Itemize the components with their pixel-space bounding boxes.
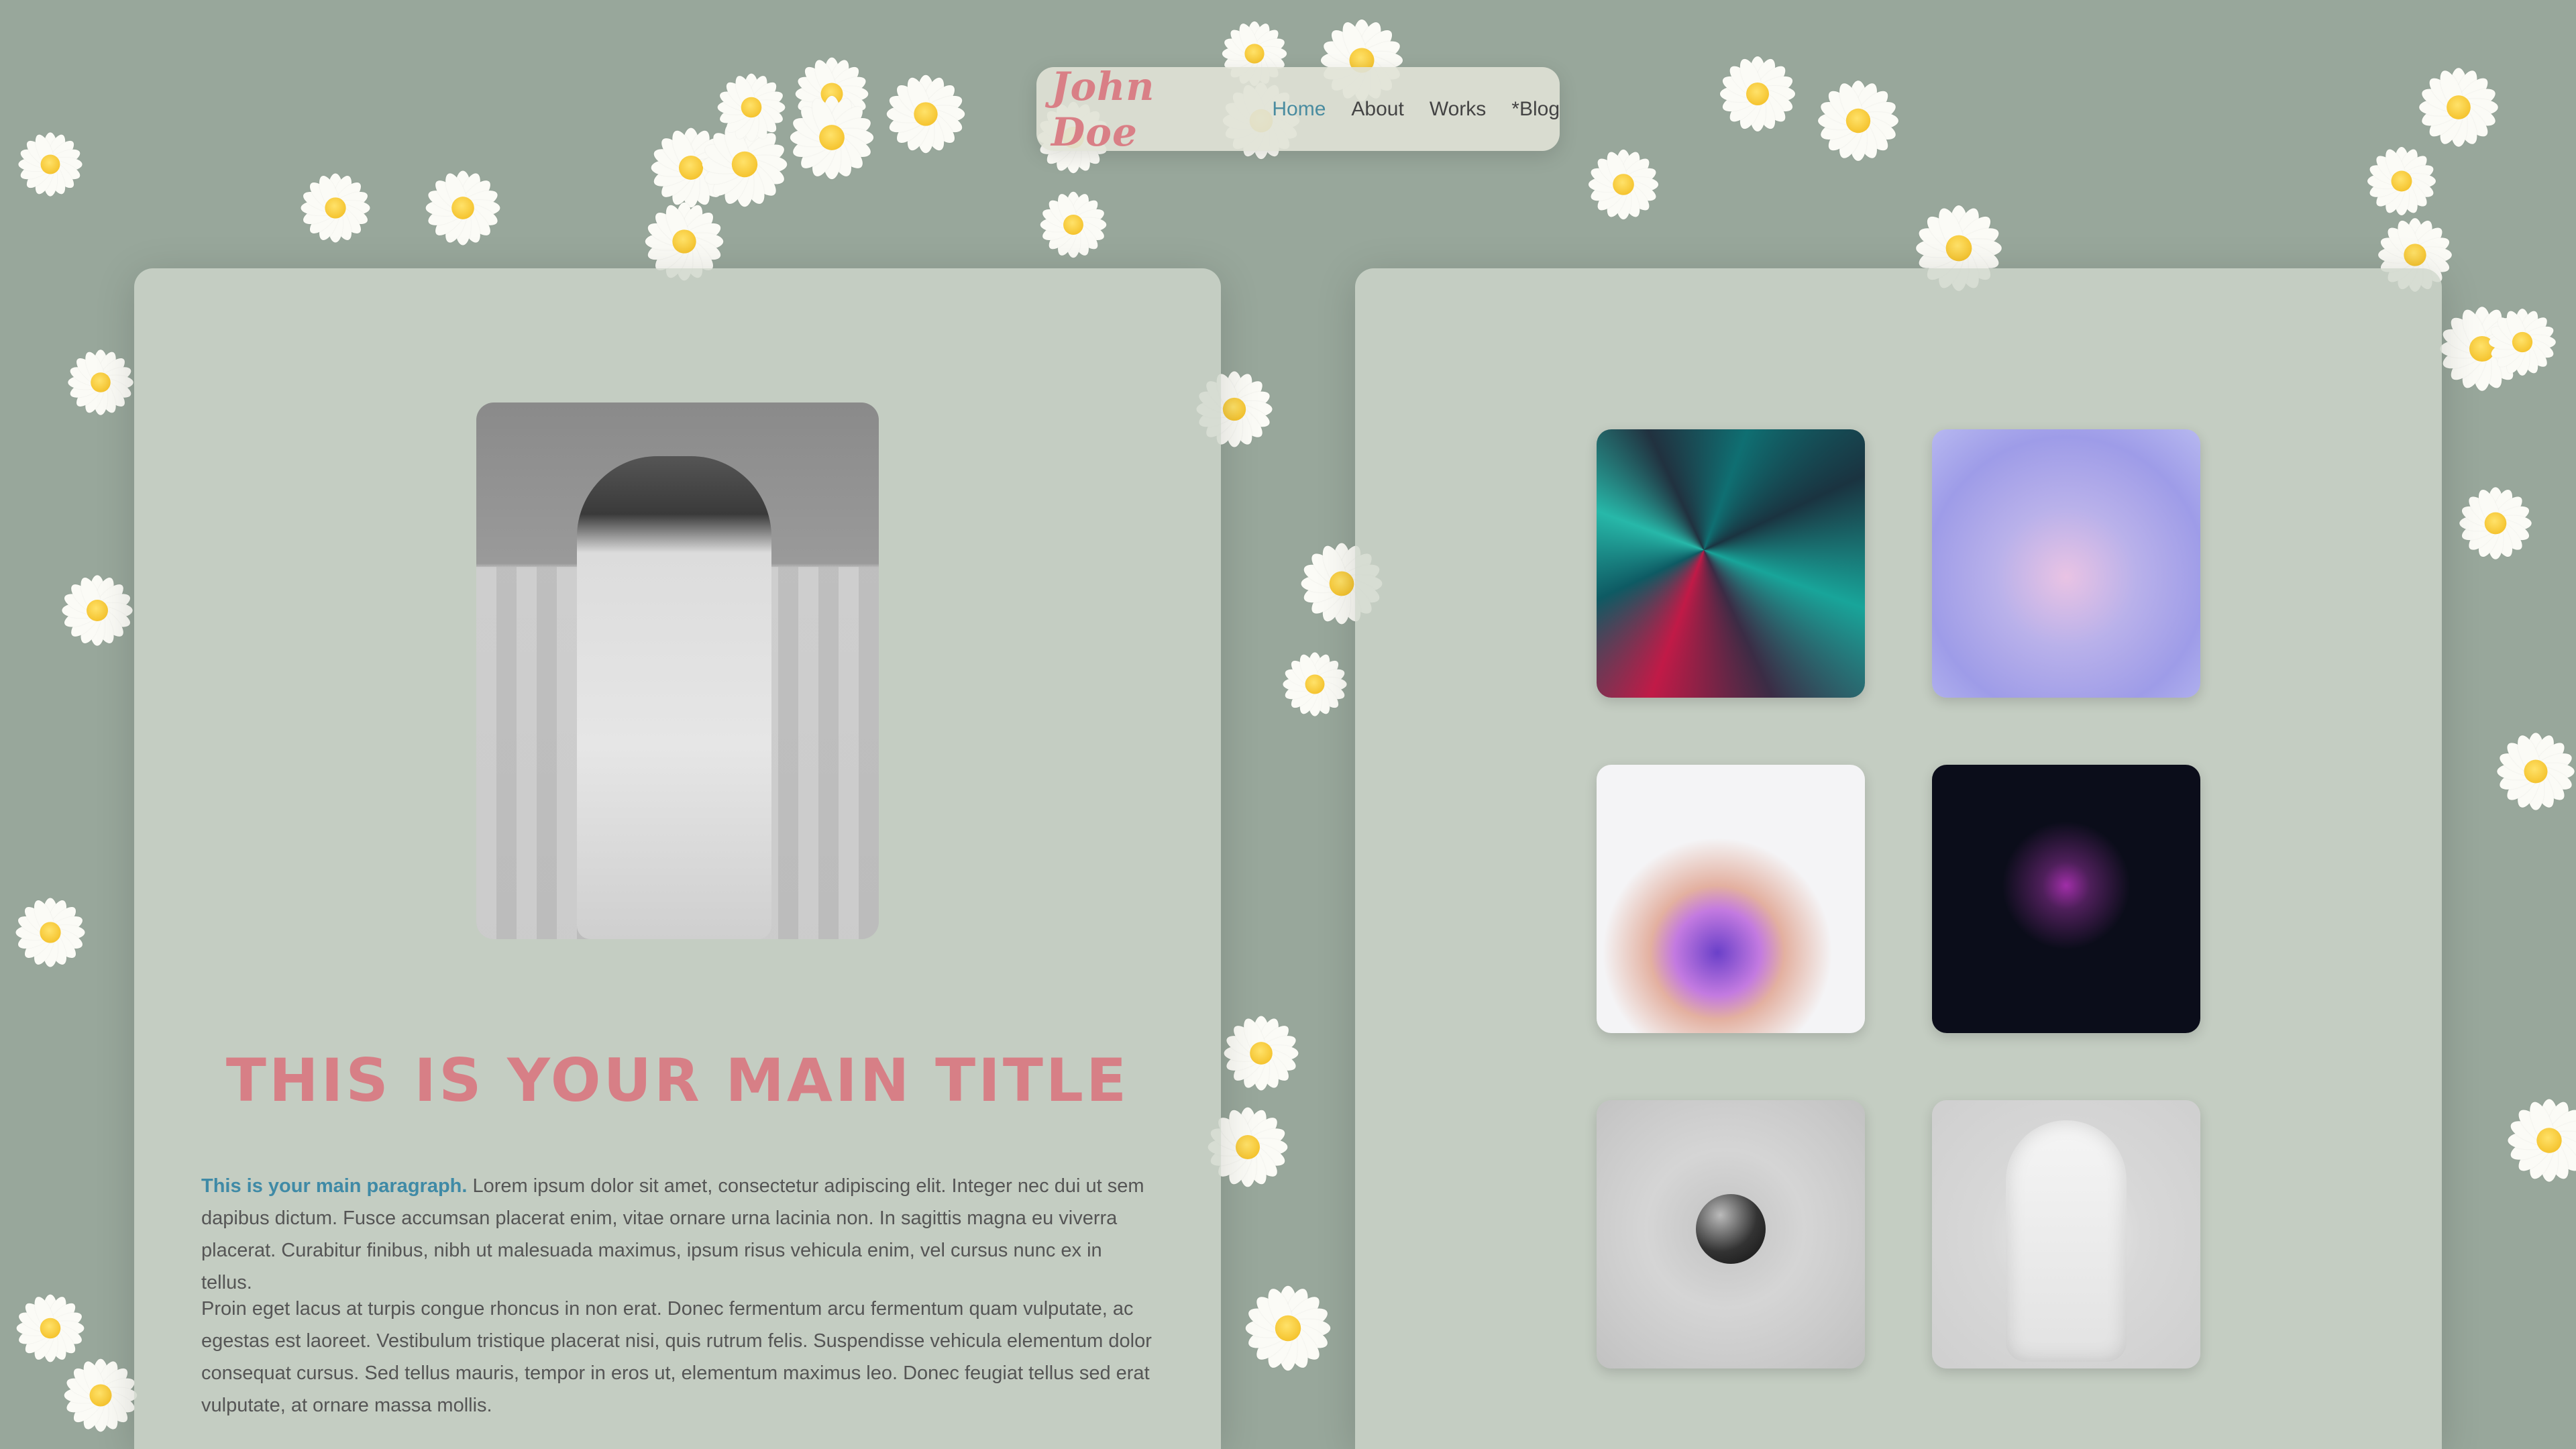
daisy-flower [14,1292,87,1364]
daisy-center [914,102,938,126]
main-paragraph: This is your main paragraph. Lorem ipsum… [201,1170,1154,1299]
daisy-flower [715,71,788,144]
gallery-item-liquid-splash[interactable] [1597,765,1865,1033]
daisy-center [1250,1042,1273,1065]
gallery-item-purple-coat[interactable] [1932,765,2200,1033]
daisy-flower [1586,147,1661,222]
daisy-center [91,372,111,392]
daisy-flower [787,93,876,182]
daisy-center [40,922,61,943]
daisy-flower [16,130,85,199]
portrait-photo [476,402,879,939]
daisy-flower [2416,65,2501,150]
daisy-flower [60,573,136,649]
daisy-flower [2457,484,2534,561]
daisy-flower [423,168,503,248]
daisy-flower [2365,144,2438,217]
daisy-flower [1222,1014,1301,1093]
daisy-center [819,125,845,150]
daisy-center [2536,1128,2562,1153]
daisy-flower [62,1356,140,1434]
nav-works[interactable]: Works [1430,98,1486,121]
gallery-panel [1355,268,2442,1449]
daisy-center [1063,215,1083,235]
daisy-center [1244,44,1265,64]
daisy-center [741,97,762,118]
daisy-center [1613,174,1634,195]
daisy-center [1222,397,1246,421]
daisy-center [451,197,474,219]
main-title: THIS IS YOUR MAIN TITLE [225,1045,1130,1115]
daisy-flower [1281,650,1349,718]
top-nav-bar: John Doe Home About Works *Blog [1036,64,1560,155]
daisy-flower [299,171,372,245]
daisy-center [672,229,696,254]
daisy-center [1235,1134,1260,1160]
daisy-center [325,197,346,219]
nav-about[interactable]: About [1351,98,1403,121]
daisy-flower [1242,1283,1334,1374]
daisy-center [40,154,60,174]
main-paragraph-lead: This is your main paragraph. [201,1175,468,1197]
daisy-flower [1815,78,1901,164]
daisy-center [2484,512,2507,535]
daisy-center [2524,759,2548,784]
daisy-flower [13,896,87,969]
daisy-flower [884,72,968,156]
sphere-shape [1696,1194,1766,1264]
nav-blog[interactable]: *Blog [1511,98,1560,121]
daisy-flower [66,347,136,417]
daisy-center [1746,83,1769,105]
daisy-center [2391,170,2412,192]
daisy-center [1329,571,1354,596]
daisy-flower [2505,1096,2576,1185]
bust-shape [2006,1120,2127,1362]
daisy-center [2404,244,2426,266]
daisy-center [1275,1315,1301,1342]
second-paragraph: Proin eget lacus at turpis congue rhoncu… [201,1298,1152,1416]
gallery-item-metal-sphere[interactable] [1597,1100,1865,1368]
daisy-center [40,1318,61,1339]
daisy-center [2512,331,2533,353]
site-logo[interactable]: John Doe [1051,64,1198,155]
daisy-center [1305,674,1325,694]
daisy-center [1945,235,1972,262]
gallery-item-cracked-bust[interactable] [1932,1100,2200,1368]
daisy-center [1845,108,1871,133]
daisy-flower [1038,189,1109,260]
daisy-flower [1717,54,1798,134]
daisy-center [89,1384,112,1407]
daisy-flower [2494,730,2576,813]
daisy-center [2447,95,2471,119]
daisy-center [87,600,108,621]
nav-home[interactable]: Home [1272,98,1326,121]
portrait-figure [577,456,771,939]
daisy-flower [2487,307,2559,378]
daisy-center [731,151,758,178]
nav-links: Home About Works *Blog [1272,98,1560,121]
gallery-item-teal-crystal[interactable] [1597,429,1865,698]
gallery-item-lavender-swirl[interactable] [1932,429,2200,698]
